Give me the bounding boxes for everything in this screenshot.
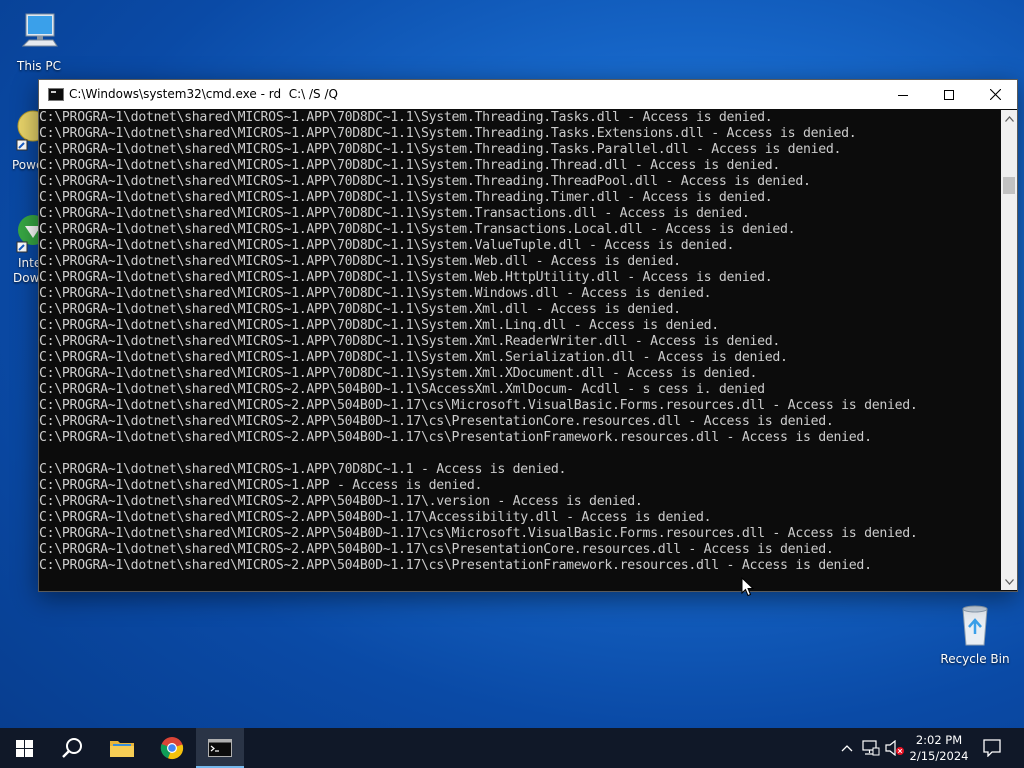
console-line: C:\PROGRA~1\dotnet\shared\MICROS~2.APP\5… bbox=[39, 398, 918, 413]
mouse-cursor-icon bbox=[741, 577, 755, 597]
desktop-icon-recycle-bin[interactable]: Recycle Bin bbox=[937, 601, 1013, 666]
desktop-icon-label: This PC bbox=[17, 59, 61, 73]
windows-start-icon bbox=[15, 739, 33, 757]
minimize-button[interactable] bbox=[880, 80, 926, 109]
chevron-up-icon bbox=[841, 745, 853, 752]
console-line: C:\PROGRA~1\dotnet\shared\MICROS~2.APP\5… bbox=[39, 542, 834, 557]
notification-icon bbox=[983, 739, 1001, 757]
desktop-icon-label: Recycle Bin bbox=[940, 652, 1010, 666]
volume-tray-button[interactable] bbox=[884, 728, 906, 768]
taskbar-cmd[interactable] bbox=[196, 728, 244, 768]
console-line: C:\PROGRA~1\dotnet\shared\MICROS~1.APP -… bbox=[39, 478, 483, 493]
console-line: C:\PROGRA~1\dotnet\shared\MICROS~2.APP\5… bbox=[39, 510, 712, 525]
cmd-icon bbox=[208, 739, 232, 757]
cmd-icon bbox=[48, 88, 64, 101]
console-line: C:\PROGRA~1\dotnet\shared\MICROS~1.APP\7… bbox=[39, 158, 781, 173]
minimize-icon bbox=[898, 94, 908, 96]
chevron-up-icon bbox=[1004, 115, 1014, 122]
maximize-icon bbox=[944, 89, 954, 100]
console-line: C:\PROGRA~1\dotnet\shared\MICROS~1.APP\7… bbox=[39, 318, 719, 333]
window-title: C:\Windows\system32\cmd.exe - rd C:\ /S … bbox=[69, 87, 338, 101]
action-center-button[interactable] bbox=[976, 728, 1008, 768]
console-line: C:\PROGRA~1\dotnet\shared\MICROS~1.APP\7… bbox=[39, 174, 811, 189]
window-titlebar[interactable]: C:\Windows\system32\cmd.exe - rd C:\ /S … bbox=[39, 80, 1017, 109]
taskbar-chrome[interactable] bbox=[148, 728, 196, 768]
console-line: C:\PROGRA~1\dotnet\shared\MICROS~1.APP\7… bbox=[39, 302, 681, 317]
console-line: C:\PROGRA~1\dotnet\shared\MICROS~1.APP\7… bbox=[39, 270, 773, 285]
vertical-scrollbar[interactable] bbox=[1001, 110, 1017, 590]
desktop-partial-label: Dow bbox=[13, 271, 40, 285]
console-line: C:\PROGRA~1\dotnet\shared\MICROS~1.APP\7… bbox=[39, 462, 567, 477]
recycle-bin-icon bbox=[962, 605, 988, 646]
console-line: C:\PROGRA~1\dotnet\shared\MICROS~1.APP\7… bbox=[39, 190, 773, 205]
cmd-window[interactable]: C:\Windows\system32\cmd.exe - rd C:\ /S … bbox=[38, 79, 1018, 592]
maximize-button[interactable] bbox=[926, 80, 972, 109]
console-output[interactable]: C:\PROGRA~1\dotnet\shared\MICROS~1.APP\7… bbox=[39, 110, 1000, 590]
console-line: C:\PROGRA~1\dotnet\shared\MICROS~1.APP\7… bbox=[39, 110, 773, 125]
console-line: C:\PROGRA~1\dotnet\shared\MICROS~2.APP\5… bbox=[39, 382, 765, 397]
network-icon bbox=[862, 740, 880, 756]
scroll-down-button[interactable] bbox=[1001, 573, 1017, 590]
show-hidden-icons-button[interactable] bbox=[837, 728, 857, 768]
chevron-down-icon bbox=[1004, 578, 1014, 585]
console-line: C:\PROGRA~1\dotnet\shared\MICROS~1.APP\7… bbox=[39, 254, 681, 269]
scrollbar-thumb[interactable] bbox=[1003, 177, 1015, 194]
desktop-icon-this-pc[interactable]: This PC bbox=[1, 10, 77, 73]
chrome-icon bbox=[160, 737, 184, 760]
console-line: C:\PROGRA~1\dotnet\shared\MICROS~2.APP\5… bbox=[39, 430, 872, 445]
console-line: C:\PROGRA~1\dotnet\shared\MICROS~1.APP\7… bbox=[39, 238, 735, 253]
search-button[interactable] bbox=[48, 728, 96, 768]
network-tray-button[interactable] bbox=[860, 728, 882, 768]
volume-muted-icon bbox=[885, 740, 904, 756]
console-line: C:\PROGRA~1\dotnet\shared\MICROS~1.APP\7… bbox=[39, 126, 857, 141]
start-button[interactable] bbox=[0, 728, 48, 768]
close-icon bbox=[989, 89, 1001, 100]
console-line: C:\PROGRA~1\dotnet\shared\MICROS~2.APP\5… bbox=[39, 526, 918, 541]
scroll-up-button[interactable] bbox=[1001, 110, 1017, 127]
console-line: C:\PROGRA~1\dotnet\shared\MICROS~1.APP\7… bbox=[39, 206, 750, 221]
console-line: C:\PROGRA~1\dotnet\shared\MICROS~2.APP\5… bbox=[39, 414, 834, 429]
console-line: C:\PROGRA~1\dotnet\shared\MICROS~1.APP\7… bbox=[39, 366, 758, 381]
console-line: C:\PROGRA~1\dotnet\shared\MICROS~1.APP\7… bbox=[39, 222, 796, 237]
console-line: C:\PROGRA~1\dotnet\shared\MICROS~2.APP\5… bbox=[39, 494, 643, 509]
taskbar-file-explorer[interactable] bbox=[98, 728, 146, 768]
taskbar-clock[interactable]: 2:02 PM 2/15/2024 bbox=[904, 728, 974, 768]
this-pc-icon bbox=[21, 13, 58, 47]
file-explorer-icon bbox=[110, 741, 134, 757]
console-line: C:\PROGRA~1\dotnet\shared\MICROS~2.APP\5… bbox=[39, 558, 872, 573]
taskbar: 2:02 PM 2/15/2024 bbox=[0, 728, 1024, 768]
console-line: C:\PROGRA~1\dotnet\shared\MICROS~1.APP\7… bbox=[39, 286, 712, 301]
search-icon bbox=[62, 738, 82, 758]
console-line: C:\PROGRA~1\dotnet\shared\MICROS~1.APP\7… bbox=[39, 350, 788, 365]
close-button[interactable] bbox=[972, 80, 1018, 109]
clock-time: 2:02 PM bbox=[915, 733, 963, 747]
console-line: C:\PROGRA~1\dotnet\shared\MICROS~1.APP\7… bbox=[39, 334, 781, 349]
clock-date: 2/15/2024 bbox=[909, 749, 969, 763]
console-line: C:\PROGRA~1\dotnet\shared\MICROS~1.APP\7… bbox=[39, 142, 842, 157]
